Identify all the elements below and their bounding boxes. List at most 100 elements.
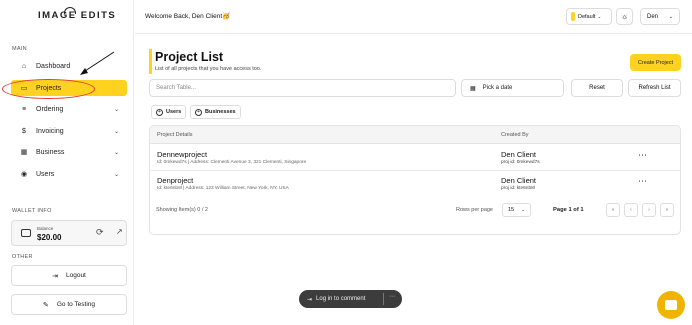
dollar-icon: $ bbox=[22, 127, 26, 135]
logout-button[interactable]: ⇥ Logout bbox=[11, 265, 127, 286]
main-content: Project List List of all projects that y… bbox=[135, 35, 692, 325]
logout-label: Logout bbox=[65, 272, 86, 279]
theme-toggle-button[interactable]: ☼ bbox=[616, 8, 633, 25]
double-chevron-left-icon: « bbox=[611, 207, 615, 213]
rows-per-page-value: 15 bbox=[508, 207, 515, 213]
filter-users-label: Users bbox=[166, 109, 182, 115]
sidebar-item-label: Ordering bbox=[36, 105, 64, 113]
showing-count: Showing Item(s) 0 / 2 bbox=[156, 207, 208, 213]
external-link-icon[interactable]: ↗ bbox=[116, 227, 123, 236]
chevron-down-icon: ⌄ bbox=[113, 149, 119, 156]
creator-project-id: proj id: 0mkewd7s bbox=[501, 160, 540, 165]
more-options-icon[interactable]: ⋯ bbox=[638, 176, 647, 187]
project-name: Dennewproject bbox=[157, 150, 208, 159]
column-header-project-details: Project Details bbox=[157, 132, 193, 138]
theme-select[interactable]: Default ⌄ bbox=[566, 8, 612, 25]
calendar-icon: ▦ bbox=[470, 85, 476, 92]
wrench-icon: ✎ bbox=[42, 301, 49, 309]
chevron-down-icon: ⌄ bbox=[113, 128, 119, 135]
sidebar-item-label: Users bbox=[36, 170, 55, 178]
creator-name: Den Client bbox=[501, 176, 537, 185]
create-project-button[interactable]: Create Project bbox=[630, 54, 681, 71]
sun-icon: ☼ bbox=[620, 12, 629, 21]
filter-businesses-label: Businesses bbox=[205, 109, 236, 115]
chevron-down-icon: ⌄ bbox=[668, 13, 673, 20]
building-icon: ▦ bbox=[20, 149, 28, 156]
sidebar: IMAGE EDITS MAIN ⌂ Dashboard ▭ Projects … bbox=[0, 0, 134, 325]
rows-per-page-label: Rows per page bbox=[456, 207, 493, 213]
table-row[interactable]: Denproject Id: kte6nb8l | Address: 123 W… bbox=[150, 171, 680, 197]
balance-label: Balance bbox=[37, 226, 54, 231]
chevron-down-icon: ⌄ bbox=[597, 13, 602, 19]
chevron-left-icon: ‹ bbox=[630, 207, 632, 213]
page-subtitle: List of all projects that you have acces… bbox=[155, 66, 262, 72]
wallet-card: Balance $20.00 ⟳ ↗ bbox=[11, 220, 127, 246]
welcome-text: Welcome Back, Den Client🥳 bbox=[145, 13, 231, 20]
home-icon: ⌂ bbox=[21, 62, 27, 70]
title-accent-bar bbox=[149, 49, 152, 74]
main-section-label: MAIN bbox=[12, 46, 27, 52]
refresh-icon[interactable]: ⟳ bbox=[96, 227, 104, 238]
creator-name: Den Client bbox=[501, 150, 537, 159]
annotation-ellipse bbox=[2, 79, 95, 99]
search-input[interactable]: Search Table... bbox=[149, 79, 456, 97]
table-header: Project Details Created By bbox=[150, 126, 680, 144]
sidebar-item-label: Invoicing bbox=[36, 127, 64, 135]
plus-circle-icon: + bbox=[156, 108, 163, 116]
logout-icon: ⇥ bbox=[52, 272, 58, 280]
chat-icon bbox=[665, 300, 677, 310]
top-header: Welcome Back, Den Client🥳 Default ⌄ ☼ De… bbox=[135, 0, 692, 34]
logo[interactable]: IMAGE EDITS bbox=[38, 7, 117, 21]
project-name: Denproject bbox=[157, 176, 194, 185]
user-icon: ◉ bbox=[20, 171, 28, 178]
refresh-list-button[interactable]: Refresh List bbox=[628, 79, 681, 97]
annotation-arrow-icon bbox=[80, 51, 115, 75]
date-picker-label: Pick a date bbox=[482, 85, 513, 91]
table-row[interactable]: Dennewproject Id: 0mkewd7s | Address: Cl… bbox=[150, 145, 680, 171]
sidebar-item-label: Business bbox=[36, 148, 65, 156]
go-to-testing-button[interactable]: ✎ Go to Testing bbox=[11, 294, 127, 315]
pill-divider bbox=[383, 293, 384, 305]
next-page-button[interactable]: › bbox=[642, 203, 656, 217]
chevron-down-icon: ⌄ bbox=[113, 106, 119, 113]
list-icon: ≡ bbox=[21, 105, 27, 113]
reset-button[interactable]: Reset bbox=[571, 79, 623, 97]
rows-per-page-select[interactable]: 15 ⌄ bbox=[502, 203, 531, 217]
login-to-comment-pill[interactable]: ⇥ Log in to comment ⋯ bbox=[299, 290, 402, 308]
date-picker[interactable]: ▦ Pick a date bbox=[461, 79, 564, 97]
sidebar-item-label: Dashboard bbox=[36, 62, 71, 70]
other-section-label: OTHER bbox=[12, 254, 33, 260]
sidebar-item-business[interactable]: ▦ Business ⌄ bbox=[11, 144, 127, 160]
creator-project-id: proj id: kte6nb8l bbox=[501, 186, 535, 191]
balance-value: $20.00 bbox=[37, 233, 62, 242]
logo-mark-icon bbox=[64, 7, 76, 14]
column-header-created-by: Created By bbox=[501, 132, 529, 138]
sidebar-item-users[interactable]: ◉ Users ⌄ bbox=[11, 166, 127, 182]
page-indicator: Page 1 of 1 bbox=[553, 207, 584, 213]
chat-button[interactable] bbox=[657, 291, 685, 319]
first-page-button[interactable]: « bbox=[606, 203, 620, 217]
filter-businesses-button[interactable]: + Businesses bbox=[190, 105, 241, 119]
chevron-down-icon: ⌄ bbox=[113, 171, 119, 178]
sidebar-item-ordering[interactable]: ≡ Ordering ⌄ bbox=[11, 101, 127, 117]
theme-select-value: Default bbox=[578, 13, 596, 20]
page-title: Project List bbox=[155, 50, 224, 64]
projects-table: Project Details Created By Dennewproject… bbox=[149, 125, 681, 235]
logo-text: IMAGE EDITS bbox=[38, 10, 117, 21]
project-details: Id: 0mkewd7s | Address: Clementi Avenue … bbox=[157, 160, 307, 165]
sidebar-item-invoicing[interactable]: $ Invoicing ⌄ bbox=[11, 123, 127, 139]
filter-users-button[interactable]: + Users bbox=[151, 105, 187, 119]
testing-label: Go to Testing bbox=[56, 301, 96, 308]
user-menu[interactable]: Den ⌄ bbox=[640, 8, 680, 25]
more-options-icon[interactable]: ⋯ bbox=[638, 150, 647, 161]
login-icon: ⇥ bbox=[307, 296, 313, 303]
last-page-button[interactable]: » bbox=[660, 203, 674, 217]
app-root: IMAGE EDITS MAIN ⌂ Dashboard ▭ Projects … bbox=[0, 0, 692, 325]
theme-swatch bbox=[571, 12, 575, 21]
more-options-icon[interactable]: ⋯ bbox=[389, 293, 395, 300]
project-details: Id: kte6nb8l | Address: 123 William Stre… bbox=[157, 186, 289, 191]
wallet-icon bbox=[21, 229, 31, 237]
previous-page-button[interactable]: ‹ bbox=[624, 203, 638, 217]
wallet-section-label: WALLET INFO bbox=[12, 208, 52, 214]
user-menu-name: Den bbox=[647, 13, 659, 20]
